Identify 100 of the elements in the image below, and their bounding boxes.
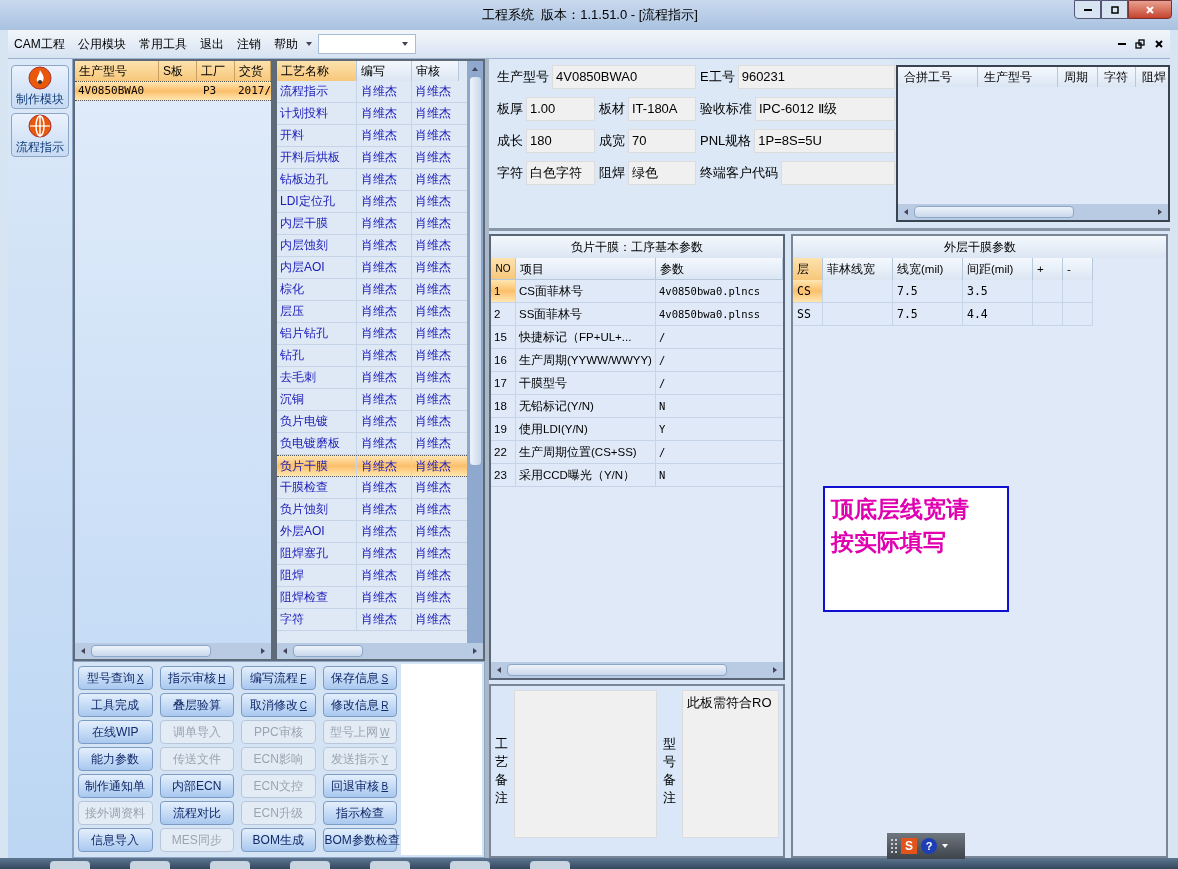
column-header[interactable]: 字符 (1098, 67, 1136, 87)
action-button[interactable]: 在线WIP (78, 720, 153, 744)
table-row[interactable]: 15 快捷标记（FP+UL+... / (491, 326, 783, 349)
table-row[interactable]: 23 采用CCD曝光（Y/N） N (491, 464, 783, 487)
action-button[interactable]: 保存信息 S (322, 666, 397, 690)
table-row[interactable]: 4V0850BWA0 P3 2017/ (75, 81, 271, 101)
table-row[interactable]: 阻焊塞孔 肖维杰 肖维杰 (277, 543, 467, 565)
table-row[interactable]: 负片电镀 肖维杰 肖维杰 (277, 411, 467, 433)
table-row[interactable]: 22 生产周期位置(CS+SS) / (491, 441, 783, 464)
menu-item[interactable]: 公用模块 (77, 35, 126, 53)
table-row[interactable]: 开料后烘板 肖维杰 肖维杰 (277, 147, 467, 169)
vertical-scrollbar[interactable] (467, 61, 483, 643)
column-header[interactable]: 编写 (357, 61, 412, 81)
remark-field[interactable]: 此板需符合RO (682, 690, 779, 838)
arrow-right-icon[interactable] (471, 647, 479, 655)
column-header[interactable]: S板 (159, 61, 197, 81)
column-header[interactable]: NO (491, 258, 516, 279)
arrow-right-icon[interactable] (1156, 208, 1164, 216)
text-field[interactable]: 180 (526, 129, 595, 153)
action-button[interactable]: 编写流程 F (241, 666, 316, 690)
column-header[interactable]: 交货 (235, 61, 271, 81)
arrow-left-icon[interactable] (79, 647, 87, 655)
table-row[interactable]: 外层AOI 肖维杰 肖维杰 (277, 521, 467, 543)
text-field[interactable]: 960231 (737, 65, 895, 89)
column-header[interactable]: 间距(mil) (963, 258, 1033, 280)
column-header[interactable]: 工艺名称 (277, 61, 357, 81)
text-field[interactable]: 绿色 (628, 161, 696, 185)
arrow-down-icon[interactable] (941, 842, 949, 850)
side-button[interactable]: 流程指示 (11, 113, 69, 157)
close-button[interactable] (1128, 0, 1172, 19)
column-header[interactable]: 周期 (1058, 67, 1098, 87)
horizontal-scrollbar[interactable] (491, 662, 783, 678)
menu-item[interactable]: 注销 (236, 35, 261, 53)
help-button[interactable]: ? (921, 838, 937, 854)
action-button[interactable]: 能力参数 (78, 747, 153, 771)
action-button[interactable]: 工具完成 (78, 693, 153, 717)
column-header[interactable]: 项目 (516, 258, 656, 279)
table-row[interactable]: 19 使用LDI(Y/N) Y (491, 418, 783, 441)
arrow-left-icon[interactable] (281, 647, 289, 655)
table-row[interactable]: 18 无铅标记(Y/N) N (491, 395, 783, 418)
text-field[interactable]: 4V0850BWA0 (552, 65, 696, 89)
horizontal-scrollbar[interactable] (277, 643, 483, 659)
column-header[interactable]: 生产型号 (978, 67, 1058, 87)
text-field[interactable]: 1.00 (526, 97, 595, 121)
table-row[interactable]: 内层AOI 肖维杰 肖维杰 (277, 257, 467, 279)
text-field[interactable]: IT-180A (628, 97, 696, 121)
action-button[interactable]: 修改信息 R (322, 693, 397, 717)
text-field[interactable]: 白色字符 (526, 161, 595, 185)
side-button[interactable]: 制作模块 (11, 65, 69, 109)
table-row[interactable]: 17 干膜型号 / (491, 372, 783, 395)
table-row[interactable]: 阻焊检查 肖维杰 肖维杰 (277, 587, 467, 609)
arrow-down-icon[interactable] (400, 40, 409, 48)
arrow-left-icon[interactable] (495, 666, 503, 674)
input-method-button[interactable]: S (901, 838, 917, 854)
action-button[interactable]: 回退审核 B (322, 774, 397, 798)
table-row[interactable]: 内层干膜 肖维杰 肖维杰 (277, 213, 467, 235)
table-row[interactable]: 钻孔 肖维杰 肖维杰 (277, 345, 467, 367)
action-button[interactable]: 内部ECN (159, 774, 234, 798)
minimize-button[interactable] (1074, 0, 1101, 19)
table-row[interactable]: 1 CS面菲林号 4v0850bwa0.plncs (491, 280, 783, 303)
action-button[interactable]: 取消修改 C (241, 693, 316, 717)
arrow-right-icon[interactable] (259, 647, 267, 655)
text-field[interactable] (781, 161, 895, 185)
table-row[interactable]: 棕化 肖维杰 肖维杰 (277, 279, 467, 301)
table-row[interactable]: 字符 肖维杰 肖维杰 (277, 609, 467, 631)
remark-field[interactable] (514, 690, 657, 838)
action-button[interactable]: 叠层验算 (159, 693, 234, 717)
table-row[interactable]: 沉铜 肖维杰 肖维杰 (277, 389, 467, 411)
action-button[interactable]: BOM生成 (241, 828, 316, 852)
horizontal-scrollbar[interactable] (898, 204, 1168, 220)
arrow-down-icon[interactable] (304, 40, 313, 48)
grip-icon[interactable] (891, 839, 897, 853)
text-field[interactable]: IPC-6012 Ⅱ级 (755, 97, 895, 121)
action-button[interactable]: 制作通知单 (78, 774, 153, 798)
arrow-up-icon[interactable] (471, 65, 479, 73)
table-row[interactable]: 钻板边孔 肖维杰 肖维杰 (277, 169, 467, 191)
action-button[interactable]: 流程对比 (159, 801, 234, 825)
table-row[interactable]: 16 生产周期(YYWW/WWYY) / (491, 349, 783, 372)
column-header[interactable]: 参数 (656, 258, 783, 279)
column-header[interactable]: + (1033, 258, 1063, 280)
table-row[interactable]: 去毛刺 肖维杰 肖维杰 (277, 367, 467, 389)
table-row[interactable]: CS 7.5 3.5 (793, 280, 1093, 303)
column-header[interactable]: 菲林线宽 (823, 258, 893, 280)
column-header[interactable]: - (1063, 258, 1093, 280)
action-button[interactable]: 指示检查 (322, 801, 397, 825)
menu-item[interactable]: 退出 (199, 35, 224, 53)
column-header[interactable]: 审核 (412, 61, 459, 81)
table-row[interactable]: LDI定位孔 肖维杰 肖维杰 (277, 191, 467, 213)
table-row[interactable]: 阻焊 肖维杰 肖维杰 (277, 565, 467, 587)
table-row[interactable]: 层压 肖维杰 肖维杰 (277, 301, 467, 323)
column-header[interactable]: 工厂 (197, 61, 235, 81)
menu-item[interactable]: 帮助 (273, 35, 298, 53)
table-row[interactable]: SS 7.5 4.4 (793, 303, 1093, 326)
table-row[interactable]: 内层蚀刻 肖维杰 肖维杰 (277, 235, 467, 257)
table-row[interactable]: 开料 肖维杰 肖维杰 (277, 125, 467, 147)
table-row[interactable]: 负片蚀刻 肖维杰 肖维杰 (277, 499, 467, 521)
text-field[interactable]: 70 (628, 129, 696, 153)
action-button[interactable]: 型号查询 X (78, 666, 153, 690)
table-row[interactable]: 计划投料 肖维杰 肖维杰 (277, 103, 467, 125)
table-row[interactable]: 铝片钻孔 肖维杰 肖维杰 (277, 323, 467, 345)
